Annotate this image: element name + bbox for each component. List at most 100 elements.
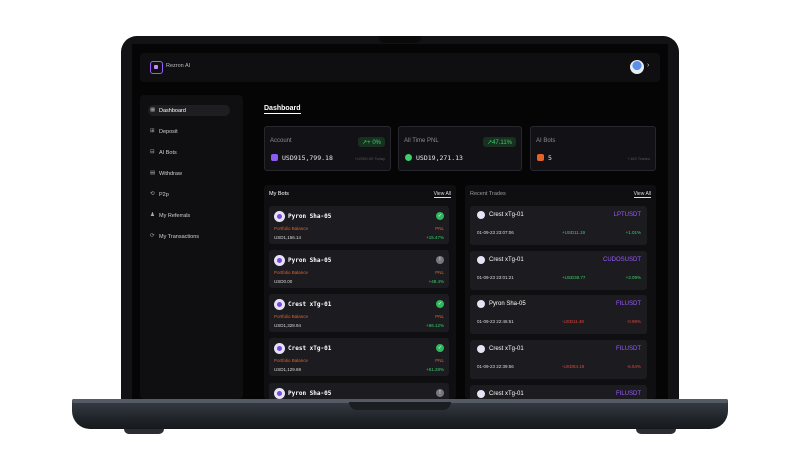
rezron-logo-icon[interactable] — [150, 61, 163, 74]
sidebar-item-label: Withdraw — [159, 170, 182, 177]
trade-date: 01-09-23 23:07:06 — [477, 230, 514, 235]
bot-pnl-percent: +66.12% — [426, 323, 444, 328]
trade-row[interactable]: Crest xTg-01 FILUSDT — [470, 385, 647, 399]
portfolio-label: Portfolio Balance — [274, 270, 309, 275]
trade-pair: FILUSDT — [615, 346, 641, 352]
account-today: +USD0.00 Today — [354, 156, 385, 161]
trade-row[interactable]: Crest xTg-01 LPTUSDT 01-09-23 23:07:06 +… — [470, 206, 647, 245]
trade-amount: -USD11.48 — [562, 319, 584, 324]
sidebar-item-dashboard[interactable]: ▦ Dashboard — [148, 105, 230, 116]
trade-pair: LPTUSDT — [613, 212, 641, 218]
pnl-label: PNL — [435, 314, 444, 319]
bot-avatar — [274, 343, 285, 354]
laptop-mockup: Rezron AI › ▦ Dashboard ⊞ Deposit ⊟ AI B… — [0, 0, 800, 474]
my-bots-panel: My Bots View All Pyron Sha-05 ✓ Portfoli… — [264, 185, 456, 399]
camera-notch — [379, 36, 421, 43]
brand-name: Rezron AI — [166, 63, 191, 69]
bot-icon: ⊟ — [150, 149, 155, 155]
sidebar-item-label: AI Bots — [159, 149, 177, 156]
trade-amount: -USD84.19 — [562, 364, 585, 369]
view-all-bots-link[interactable]: View All — [433, 191, 451, 198]
bot-balance: USD1,328.94 — [274, 323, 302, 328]
card-title: All Time PNL — [404, 138, 439, 144]
portfolio-label: Portfolio Balance — [274, 314, 309, 319]
pnl-card: All Time PNL ↗47.11% USD19,271.13 — [398, 126, 522, 171]
bot-name: Pyron Sha-05 — [288, 390, 332, 397]
pnl-label: PNL — [435, 226, 444, 231]
trades-count: +163 Trades — [627, 156, 650, 161]
trade-bot-name: Crest xTg-01 — [489, 391, 524, 397]
page-title: Dashboard — [264, 105, 301, 114]
trade-date: 01-09-23 22:39:56 — [477, 364, 514, 369]
bot-balance: USD1,156.14 — [274, 235, 302, 240]
history-icon: ⟳ — [150, 233, 155, 239]
bot-card[interactable]: Crest xTg-01 ✓ Portfolio Balance USD1,12… — [269, 338, 449, 376]
info-icon: ! — [436, 389, 444, 397]
bot-name: Pyron Sha-05 — [288, 257, 332, 264]
exchange-icon: ⟲ — [150, 191, 155, 197]
check-icon: ✓ — [436, 344, 444, 352]
recent-trades-panel: Recent Trades View All Crest xTg-01 LPTU… — [465, 185, 656, 399]
bot-card[interactable]: Pyron Sha-05 ! — [269, 383, 449, 399]
trade-row[interactable]: Crest xTg-01 CUDOSUSDT 01-09-23 23:01:21… — [470, 251, 647, 290]
sidebar-item-deposit[interactable]: ⊞ Deposit — [148, 126, 230, 137]
account-card: Account ↗+ 0% USD915,799.18 +USD0.00 Tod… — [264, 126, 391, 171]
bot-avatar — [477, 211, 485, 219]
sidebar-item-ai-bots[interactable]: ⊟ AI Bots — [148, 147, 230, 158]
sidebar-item-label: My Referrals — [159, 212, 191, 219]
sidebar-item-withdraw[interactable]: ▤ Withdraw — [148, 168, 230, 179]
sidebar-item-label: My Transactions — [159, 233, 200, 240]
check-icon: ✓ — [436, 300, 444, 308]
sidebar-item-label: Deposit — [159, 128, 178, 135]
bot-avatar — [477, 345, 485, 353]
trade-bot-name: Pyron Sha-05 — [489, 301, 526, 307]
bot-pnl-percent: +61.28% — [426, 367, 444, 372]
portfolio-label: Portfolio Balance — [274, 226, 309, 231]
bot-card[interactable]: Crest xTg-01 ✓ Portfolio Balance USD1,32… — [269, 294, 449, 332]
trade-row[interactable]: Crest xTg-01 FILUSDT 01-09-23 22:39:56 -… — [470, 340, 647, 379]
sidebar-item-referrals[interactable]: ♟ My Referrals — [148, 210, 230, 221]
trade-bot-name: Crest xTg-01 — [489, 212, 524, 218]
card-title: Account — [270, 138, 292, 144]
trade-pair: FILUSDT — [615, 391, 641, 397]
laptop-foot-right — [636, 429, 676, 434]
sidebar-item-transactions[interactable]: ⟳ My Transactions — [148, 231, 230, 242]
bot-avatar — [477, 256, 485, 264]
bot-card[interactable]: Pyron Sha-05 ✓ Portfolio Balance USD1,15… — [269, 206, 449, 244]
user-avatar[interactable] — [630, 60, 644, 74]
app-screen: Rezron AI › ▦ Dashboard ⊞ Deposit ⊟ AI B… — [132, 44, 668, 399]
bot-count: 5 — [548, 154, 552, 162]
dollar-icon — [405, 154, 412, 161]
bot-avatar — [274, 211, 285, 222]
trade-percent: +1.01% — [625, 230, 641, 235]
ai-bots-card: AI Bots 5 +163 Trades — [530, 126, 656, 171]
pnl-label: PNL — [435, 270, 444, 275]
sidebar-item-p2p[interactable]: ⟲ P2p — [148, 189, 230, 200]
bot-avatar — [274, 299, 285, 310]
laptop-foot-left — [124, 429, 164, 434]
trade-bot-name: Crest xTg-01 — [489, 257, 524, 263]
bot-name: Crest xTg-01 — [288, 301, 332, 308]
panel-title: Recent Trades — [470, 191, 506, 197]
trade-pair: FILUSDT — [615, 301, 641, 307]
pnl-value: USD19,271.13 — [416, 154, 463, 162]
portfolio-label: Portfolio Balance — [274, 358, 309, 363]
chevron-right-icon[interactable]: › — [647, 62, 649, 69]
trade-amount: +USD38.77 — [562, 275, 586, 280]
view-all-trades-link[interactable]: View All — [633, 191, 651, 198]
trade-row[interactable]: Pyron Sha-05 FILUSDT 01-09-23 22:46:51 -… — [470, 295, 647, 334]
trade-bot-name: Crest xTg-01 — [489, 346, 524, 352]
lid-opening-notch — [349, 402, 451, 410]
withdraw-icon: ▤ — [150, 170, 156, 176]
sidebar-item-label: P2p — [159, 191, 169, 198]
sidebar-item-label: Dashboard — [159, 107, 186, 114]
bot-pnl-percent: +48.4% — [428, 279, 444, 284]
deposit-icon: ⊞ — [150, 128, 155, 134]
sidebar: ▦ Dashboard ⊞ Deposit ⊟ AI Bots ▤ Withdr… — [140, 95, 243, 399]
trade-amount: +USD11.19 — [562, 230, 586, 235]
user-plus-icon: ♟ — [150, 212, 155, 218]
bot-pnl-percent: +15.47% — [426, 235, 444, 240]
bot-card[interactable]: Pyron Sha-05 ! Portfolio Balance USD0.00… — [269, 250, 449, 288]
bot-balance: USD0.00 — [274, 279, 293, 284]
card-title: AI Bots — [536, 138, 556, 144]
